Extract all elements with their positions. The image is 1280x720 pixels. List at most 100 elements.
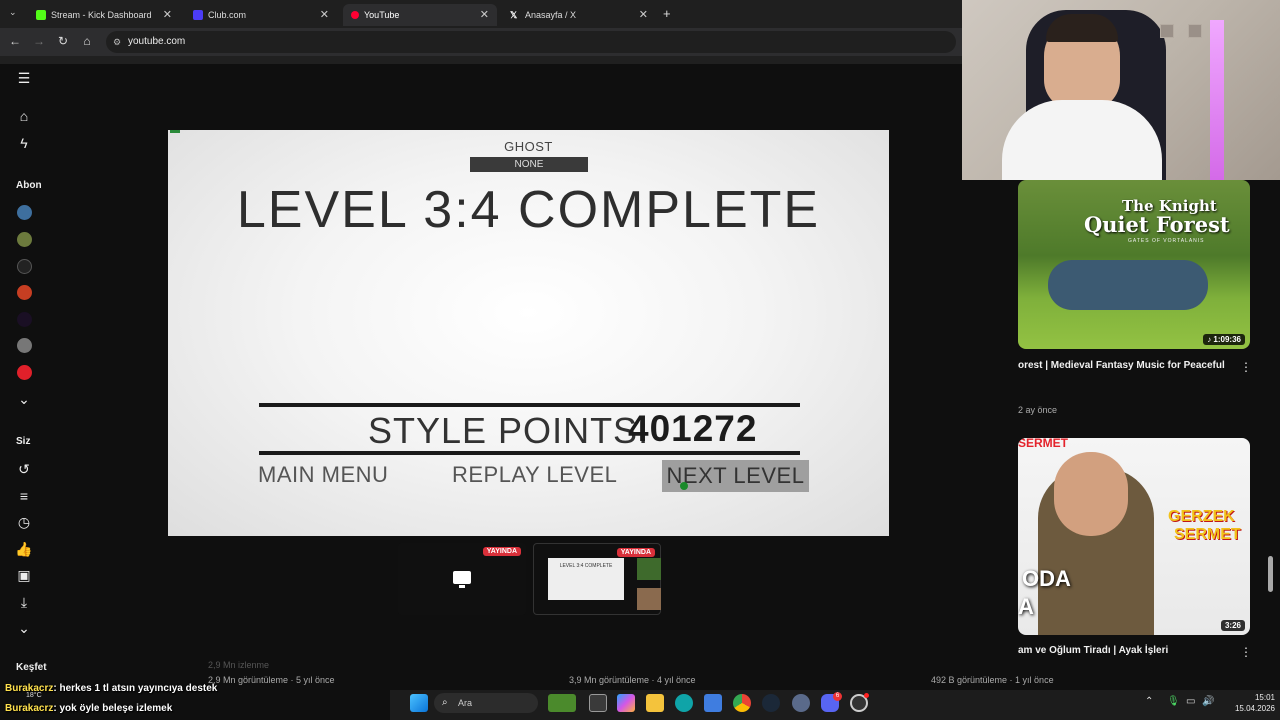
- notification-badge: 6: [833, 692, 842, 701]
- tray-chevron-up-icon[interactable]: ⌃: [1145, 696, 1153, 707]
- mini-recommendation-thumb: [637, 588, 661, 610]
- subscription-avatar[interactable]: [17, 312, 32, 327]
- watch-later-icon[interactable]: ◷: [14, 514, 34, 530]
- chevron-down-icon[interactable]: ⌄: [14, 620, 34, 636]
- page-scrollbar[interactable]: [1268, 556, 1273, 592]
- you-label[interactable]: Siz: [16, 436, 30, 447]
- subscription-avatar[interactable]: [17, 232, 32, 247]
- video-duration: ♪ 1:09:36: [1203, 334, 1245, 345]
- weather-widget[interactable]: 18°C: [26, 692, 42, 699]
- tab-youtube[interactable]: YouTube ✕: [343, 4, 497, 26]
- video-player[interactable]: GHOST NONE LEVEL 3:4 COMPLETE STYLE POIN…: [168, 130, 889, 536]
- video-meta: 3,9 Mn görüntüleme · 4 yıl önce: [569, 675, 696, 685]
- subscriptions-label[interactable]: Abon: [16, 180, 42, 191]
- recording-dot: [864, 693, 869, 698]
- video-title[interactable]: am ve Oğlum Tiradı | Ayak İşleri: [1018, 645, 1168, 656]
- close-icon[interactable]: ✕: [163, 8, 172, 21]
- taskbar-search-field[interactable]: ⌕ Ara: [434, 693, 538, 713]
- webcam-led-strip: [1210, 20, 1224, 180]
- streamer-shirt: [1002, 100, 1162, 180]
- tab-x[interactable]: 𝕏 Anasayfa / X ✕: [502, 4, 656, 26]
- player-corner-mark: [170, 130, 180, 133]
- duration-text: 1:09:36: [1213, 335, 1241, 344]
- mouse-cursor-icon: [680, 482, 688, 490]
- home-icon[interactable]: ⌂: [14, 108, 34, 124]
- volume-icon[interactable]: 🔊: [1202, 696, 1214, 707]
- subscription-avatar[interactable]: [17, 259, 32, 274]
- mini-recommendation-thumb: [637, 558, 661, 580]
- windows-start-icon[interactable]: [410, 694, 428, 712]
- close-icon[interactable]: ✕: [320, 8, 329, 21]
- streamer-webcam: [962, 0, 1280, 180]
- tab-label: YouTube: [364, 10, 400, 20]
- video-meta: 2,9 Mn görüntüleme · 5 yıl önce: [208, 675, 335, 685]
- playlists-icon[interactable]: ≡: [14, 488, 34, 504]
- widget-landscape-icon[interactable]: [548, 694, 576, 712]
- copilot-icon[interactable]: [617, 694, 635, 712]
- recommendation-thumb[interactable]: The Knight Quiet Forest GATES OF VORTALA…: [1018, 180, 1250, 349]
- video-title[interactable]: orest | Medieval Fantasy Music for Peace…: [1018, 360, 1225, 371]
- thumb-overlay-text: ODA: [1022, 566, 1071, 591]
- thumb-subtitle: GATES OF VORTALANIS: [1128, 238, 1205, 244]
- store-icon[interactable]: [704, 694, 722, 712]
- video-meta: 492 B görüntüleme · 1 yıl önce: [931, 675, 1054, 685]
- style-points-label: STYLE POINTS:: [368, 410, 650, 451]
- subscription-avatar[interactable]: [17, 285, 32, 300]
- tab-label: Anasayfa / X: [525, 10, 577, 20]
- chevron-down-icon[interactable]: ⌄: [14, 391, 34, 407]
- clock-date: 15.04.2026: [1234, 704, 1275, 713]
- chrome-icon[interactable]: [733, 694, 751, 712]
- screen-share-thumb[interactable]: YAYINDA: [398, 543, 526, 615]
- your-videos-icon[interactable]: ▣: [14, 567, 34, 583]
- tab-search-chevron-icon[interactable]: ⌄: [9, 7, 17, 18]
- browser-tab-bar: ⌄ Stream - Kick Dashboard ✕ Club.com ✕ Y…: [0, 0, 962, 28]
- tab-club[interactable]: Club.com ✕: [185, 4, 337, 26]
- steam-icon[interactable]: [762, 694, 780, 712]
- close-icon[interactable]: ✕: [480, 8, 489, 21]
- recommendation-thumb[interactable]: SERMET GERZEK SERMET ODA A 3:26: [1018, 438, 1250, 635]
- network-icon[interactable]: ▭: [1186, 696, 1195, 707]
- club-favicon-icon: [193, 10, 203, 20]
- address-field[interactable]: ⚙ youtube.com: [106, 31, 956, 53]
- file-explorer-icon[interactable]: [646, 694, 664, 712]
- kick-favicon-icon: [36, 10, 46, 20]
- shorts-icon[interactable]: ϟ: [14, 135, 34, 151]
- close-icon[interactable]: ✕: [639, 8, 648, 21]
- new-tab-plus-icon[interactable]: +: [663, 6, 671, 21]
- replay-level-button[interactable]: REPLAY LEVEL: [452, 462, 617, 488]
- settings-app-icon[interactable]: [792, 694, 810, 712]
- microphone-icon[interactable]: 🎙: [1167, 696, 1180, 707]
- liked-videos-icon[interactable]: 👍: [14, 541, 34, 557]
- search-icon: ⌕: [442, 697, 448, 708]
- more-options-icon[interactable]: ⋮: [1240, 360, 1252, 374]
- site-info-icon[interactable]: ⚙: [113, 31, 121, 53]
- screen-share-thumb[interactable]: YAYINDA LEVEL 3:4 COMPLETE: [533, 543, 661, 615]
- divider-bottom: [259, 451, 800, 455]
- youtube-side-nav: ☰ ⌂ ϟ Abon ⌄ Siz ↺ ≡ ◷ 👍 ▣ ⤓ ⌄ Keşfet: [0, 64, 48, 684]
- level-complete-title: LEVEL 3:4 COMPLETE: [236, 181, 821, 239]
- tab-label: Stream - Kick Dashboard: [51, 10, 152, 20]
- home-icon[interactable]: ⌂: [79, 34, 95, 48]
- reload-icon[interactable]: ↻: [55, 34, 71, 48]
- subscription-avatar[interactable]: [17, 338, 32, 353]
- task-view-icon[interactable]: [589, 694, 607, 712]
- youtube-favicon-icon: [351, 11, 359, 19]
- monitor-icon: [453, 571, 471, 584]
- subscription-avatar[interactable]: [17, 365, 32, 380]
- hamburger-menu-icon[interactable]: ☰: [14, 70, 34, 86]
- tab-kick-dashboard[interactable]: Stream - Kick Dashboard ✕: [28, 4, 180, 26]
- url-text: youtube.com: [128, 36, 186, 47]
- edge-icon[interactable]: [675, 694, 693, 712]
- divider-top: [259, 403, 800, 407]
- video-duration: 3:26: [1220, 620, 1245, 631]
- downloads-icon[interactable]: ⤓: [14, 594, 34, 610]
- subscription-avatar[interactable]: [17, 205, 32, 220]
- main-menu-button[interactable]: MAIN MENU: [258, 462, 388, 488]
- history-icon[interactable]: ↺: [14, 461, 34, 477]
- back-arrow-icon[interactable]: ←: [7, 34, 23, 48]
- mini-level-title: LEVEL 3:4 COMPLETE: [559, 563, 613, 569]
- explore-label[interactable]: Keşfet: [16, 662, 47, 673]
- more-options-icon[interactable]: ⋮: [1240, 645, 1252, 659]
- system-clock[interactable]: 15:01 15.04.2026: [1215, 692, 1275, 714]
- forward-arrow-icon[interactable]: →: [31, 34, 47, 48]
